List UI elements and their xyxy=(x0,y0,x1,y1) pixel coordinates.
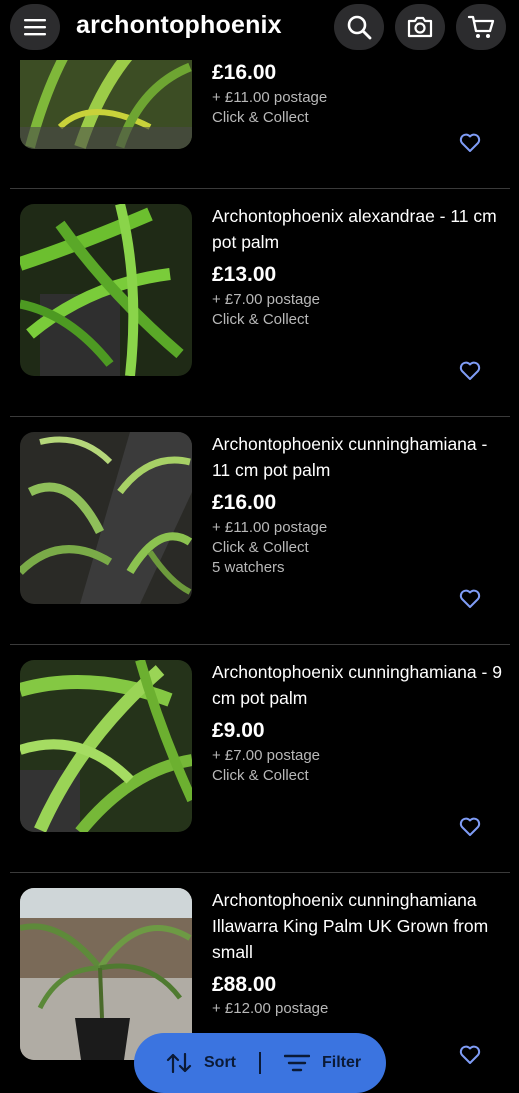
filter-button[interactable]: Filter xyxy=(284,1053,361,1073)
listing-item[interactable]: Archontophoenix cunninghamiana - 11 cm p… xyxy=(0,418,519,646)
search-icon xyxy=(347,15,372,40)
listing-collect: Click & Collect xyxy=(212,311,309,328)
camera-button[interactable] xyxy=(395,4,445,50)
heart-icon[interactable] xyxy=(459,817,481,837)
cart-icon xyxy=(467,15,495,38)
sort-icon xyxy=(166,1053,192,1073)
listing-price: £16.00 xyxy=(212,61,277,84)
hamburger-icon xyxy=(24,19,46,36)
listing-postage: + £7.00 postage xyxy=(212,291,321,308)
divider xyxy=(10,644,510,645)
camera-icon xyxy=(407,16,433,38)
listing-collect: Click & Collect xyxy=(212,539,309,556)
listing-price: £88.00 xyxy=(212,973,277,996)
listing-title[interactable]: Archontophoenix alexandrae - 11 cm pot p… xyxy=(212,203,502,255)
search-query-text[interactable]: archontophoenix xyxy=(76,11,282,40)
listing-title[interactable]: Archontophoenix cunninghamiana - 11 cm p… xyxy=(212,431,502,483)
heart-icon[interactable] xyxy=(459,1045,481,1065)
listing-collect: Click & Collect xyxy=(212,109,309,126)
cart-button[interactable] xyxy=(456,4,506,50)
search-button[interactable] xyxy=(334,4,384,50)
sort-filter-bar: Sort Filter xyxy=(134,1033,386,1093)
listing-thumbnail[interactable] xyxy=(20,204,192,376)
listing-price: £9.00 xyxy=(212,719,265,742)
listing-collect: Click & Collect xyxy=(212,767,309,784)
listing-item[interactable]: Archontophoenix alexandrae - 11 cm pot p… xyxy=(0,190,519,418)
listing-postage: + £11.00 postage xyxy=(212,519,328,536)
heart-icon[interactable] xyxy=(459,133,481,153)
pill-divider xyxy=(259,1052,261,1074)
listing-thumbnail[interactable] xyxy=(20,432,192,604)
listing-postage: + £11.00 postage xyxy=(212,89,328,106)
listing-price: £16.00 xyxy=(212,491,277,514)
listing-postage: + £7.00 postage xyxy=(212,747,321,764)
listing-thumbnail[interactable] xyxy=(20,660,192,832)
divider xyxy=(10,872,510,873)
listing-title[interactable]: Archontophoenix cunninghamiana - 9 cm po… xyxy=(212,659,502,711)
menu-button[interactable] xyxy=(10,4,60,50)
listing-postage: + £12.00 postage xyxy=(212,1000,329,1017)
listing-item[interactable]: Archontophoenix cunninghamiana - 9 cm po… xyxy=(0,646,519,874)
heart-icon[interactable] xyxy=(459,361,481,381)
listing-price: £13.00 xyxy=(212,263,277,286)
listing-watchers: 5 watchers xyxy=(212,559,285,576)
top-bar: archontophoenix xyxy=(0,0,519,60)
sort-label: Sort xyxy=(204,1054,236,1071)
divider xyxy=(10,188,510,189)
heart-icon[interactable] xyxy=(459,589,481,609)
sort-button[interactable]: Sort xyxy=(166,1053,236,1073)
filter-label: Filter xyxy=(322,1054,362,1071)
filter-icon xyxy=(284,1054,310,1072)
listing-title[interactable]: Archontophoenix cunninghamiana Illawarra… xyxy=(212,887,502,965)
divider xyxy=(10,416,510,417)
